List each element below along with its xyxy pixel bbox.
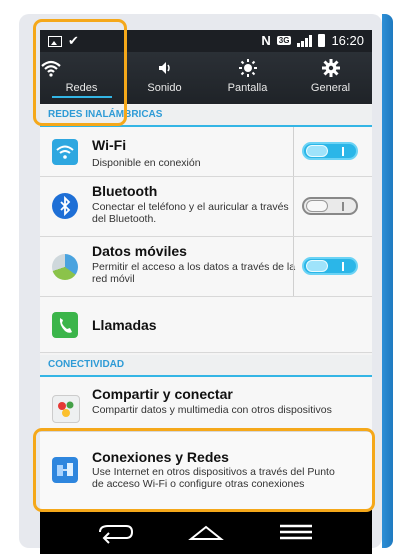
bluetooth-icon xyxy=(52,193,78,219)
menu-button[interactable] xyxy=(242,510,352,554)
row-title: Bluetooth xyxy=(92,183,158,199)
nfc-icon: N xyxy=(261,33,271,48)
battery-icon xyxy=(318,34,326,47)
row-title: Datos móviles xyxy=(92,243,187,259)
side-accent-strip xyxy=(382,14,393,548)
row-subtitle: Permitir el acceso a los datos a través … xyxy=(92,261,296,285)
tab-label: Sonido xyxy=(147,82,182,94)
status-time: 16:20 xyxy=(331,33,364,48)
tab-general[interactable]: General xyxy=(289,52,372,104)
highlight-redes-tab xyxy=(33,19,127,126)
speaker-icon xyxy=(158,62,170,74)
mobile-data-toggle[interactable] xyxy=(302,257,358,275)
highlight-connections-networks xyxy=(33,428,375,512)
setting-row-calls[interactable]: Llamadas xyxy=(40,297,372,353)
row-title: Wi-Fi xyxy=(92,137,127,153)
wifi-toggle[interactable] xyxy=(302,142,358,160)
row-subtitle: Compartir datos y multimedia con otros d… xyxy=(92,404,332,416)
toggle-indicator xyxy=(342,262,344,271)
row-subtitle: Conectar el teléfono y el auricular a tr… xyxy=(92,201,289,225)
bluetooth-toggle[interactable] xyxy=(302,197,358,215)
row-subtitle: Disponible en conexión xyxy=(92,157,201,169)
toggle-knob xyxy=(306,260,328,272)
toggle-indicator xyxy=(342,202,344,211)
toggle-area xyxy=(293,127,372,176)
tab-label: General xyxy=(310,82,351,94)
wifi-settings-icon xyxy=(52,139,78,165)
setting-row-mobile-data[interactable]: Datos móviles Permitir el acceso a los d… xyxy=(40,237,372,297)
mobile-data-icon xyxy=(52,254,78,280)
share-connect-icon xyxy=(52,395,80,423)
gear-icon xyxy=(321,59,340,77)
phone-icon xyxy=(52,312,78,338)
setting-row-share-connect[interactable]: Compartir y conectar Compartir datos y m… xyxy=(40,377,372,432)
menu-icon xyxy=(280,524,312,540)
row-title: Llamadas xyxy=(92,317,157,333)
navigation-bar xyxy=(40,510,372,554)
toggle-knob xyxy=(306,200,328,212)
setting-row-wifi[interactable]: Wi-Fi Disponible en conexión xyxy=(40,127,372,177)
tab-sonido[interactable]: Sonido xyxy=(123,52,206,104)
signal-icon xyxy=(297,34,313,47)
toggle-knob xyxy=(306,145,328,157)
brightness-icon xyxy=(238,59,257,77)
toggle-area xyxy=(293,237,372,296)
tab-pantalla[interactable]: Pantalla xyxy=(206,52,289,104)
tab-label: Pantalla xyxy=(227,82,268,94)
toggle-indicator xyxy=(342,147,344,156)
row-title: Compartir y conectar xyxy=(92,386,233,402)
toggle-area xyxy=(293,177,372,236)
setting-row-bluetooth[interactable]: Bluetooth Conectar el teléfono y el auri… xyxy=(40,177,372,237)
section-header-connectivity: CONECTIVIDAD xyxy=(40,355,372,377)
network-type-badge: 3G xyxy=(276,36,292,45)
